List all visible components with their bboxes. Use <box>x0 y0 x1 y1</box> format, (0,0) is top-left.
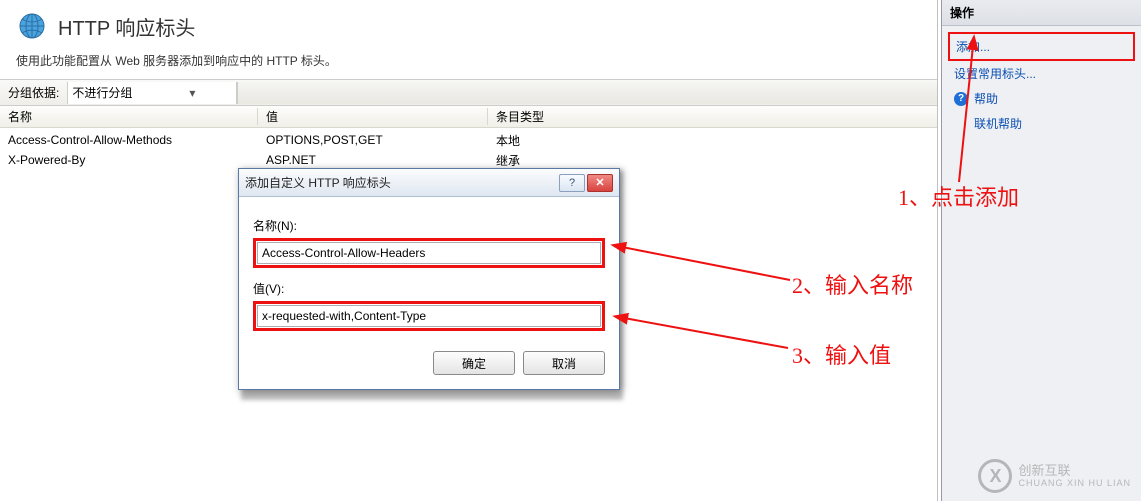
cell-type: 继承 <box>488 152 937 169</box>
table-row[interactable]: X-Powered-By ASP.NET 继承 <box>0 150 937 170</box>
chevron-down-icon[interactable]: ▾ <box>152 86 232 100</box>
table-header-row: 名称 值 条目类型 <box>0 106 937 128</box>
dialog-body: 名称(N): 值(V): <box>239 197 619 341</box>
dialog-close-button[interactable]: ✕ <box>587 174 613 192</box>
dialog-help-button[interactable]: ? <box>559 174 585 192</box>
watermark-logo: X 创新互联 CHUANG XIN HU LIAN <box>978 459 1131 493</box>
table-row[interactable]: Access-Control-Allow-Methods OPTIONS,POS… <box>0 130 937 150</box>
grouping-selected-value: 不进行分组 <box>72 84 152 101</box>
name-input[interactable] <box>257 242 601 264</box>
ok-button[interactable]: 确定 <box>433 351 515 375</box>
value-field-label: 值(V): <box>253 280 605 297</box>
name-field-label: 名称(N): <box>253 217 605 234</box>
cell-value: ASP.NET <box>258 153 488 167</box>
cell-name: X-Powered-By <box>0 153 258 167</box>
action-set-common-headers[interactable]: 设置常用标头... <box>948 61 1135 86</box>
logo-mark-icon: X <box>978 459 1012 493</box>
action-add[interactable]: 添加... <box>948 32 1135 61</box>
annotation-step-3: 3、输入值 <box>792 338 891 370</box>
grouping-toolbar: 分组依据: 不进行分组 ▾ <box>0 79 937 106</box>
grouping-select[interactable]: 不进行分组 ▾ <box>67 82 237 104</box>
cancel-button[interactable]: 取消 <box>523 351 605 375</box>
table-body: Access-Control-Allow-Methods OPTIONS,POS… <box>0 128 937 170</box>
actions-pane: 操作 添加... 设置常用标头... ? 帮助 联机帮助 <box>941 0 1141 501</box>
add-header-dialog: 添加自定义 HTTP 响应标头 ? ✕ 名称(N): 值(V): 确定 取消 <box>238 168 620 390</box>
annotation-step-1: 1、点击添加 <box>898 180 1019 212</box>
cell-value: OPTIONS,POST,GET <box>258 133 488 147</box>
action-set-common-label: 设置常用标头... <box>954 65 1036 82</box>
page-header: HTTP 响应标头 <box>0 0 937 48</box>
actions-header: 操作 <box>942 0 1141 26</box>
dialog-title: 添加自定义 HTTP 响应标头 <box>245 174 557 191</box>
globe-icon <box>16 10 48 42</box>
value-input[interactable] <box>257 305 601 327</box>
toolbar-spacer <box>237 82 937 104</box>
logo-brand: 创新互联 <box>1018 464 1131 478</box>
action-help[interactable]: ? 帮助 <box>948 86 1135 111</box>
cell-type: 本地 <box>488 132 937 149</box>
column-header-type[interactable]: 条目类型 <box>488 108 937 125</box>
action-help-label: 帮助 <box>974 90 998 107</box>
column-header-name[interactable]: 名称 <box>0 108 258 125</box>
annotation-step-2: 2、输入名称 <box>792 268 913 300</box>
column-header-value[interactable]: 值 <box>258 108 488 125</box>
action-online-help-label: 联机帮助 <box>974 115 1022 132</box>
action-online-help[interactable]: 联机帮助 <box>948 111 1135 136</box>
help-icon: ? <box>954 92 968 106</box>
cell-name: Access-Control-Allow-Methods <box>0 133 258 147</box>
logo-sub: CHUANG XIN HU LIAN <box>1018 478 1131 488</box>
dialog-titlebar[interactable]: 添加自定义 HTTP 响应标头 ? ✕ <box>239 169 619 197</box>
grouping-label: 分组依据: <box>0 80 67 105</box>
page-subtitle: 使用此功能配置从 Web 服务器添加到响应中的 HTTP 标头。 <box>0 48 937 79</box>
page-title: HTTP 响应标头 <box>58 12 195 41</box>
actions-list: 添加... 设置常用标头... ? 帮助 联机帮助 <box>942 26 1141 142</box>
dialog-button-row: 确定 取消 <box>239 341 619 389</box>
action-add-label: 添加... <box>956 38 990 55</box>
name-field-highlight <box>253 238 605 268</box>
value-field-highlight <box>253 301 605 331</box>
